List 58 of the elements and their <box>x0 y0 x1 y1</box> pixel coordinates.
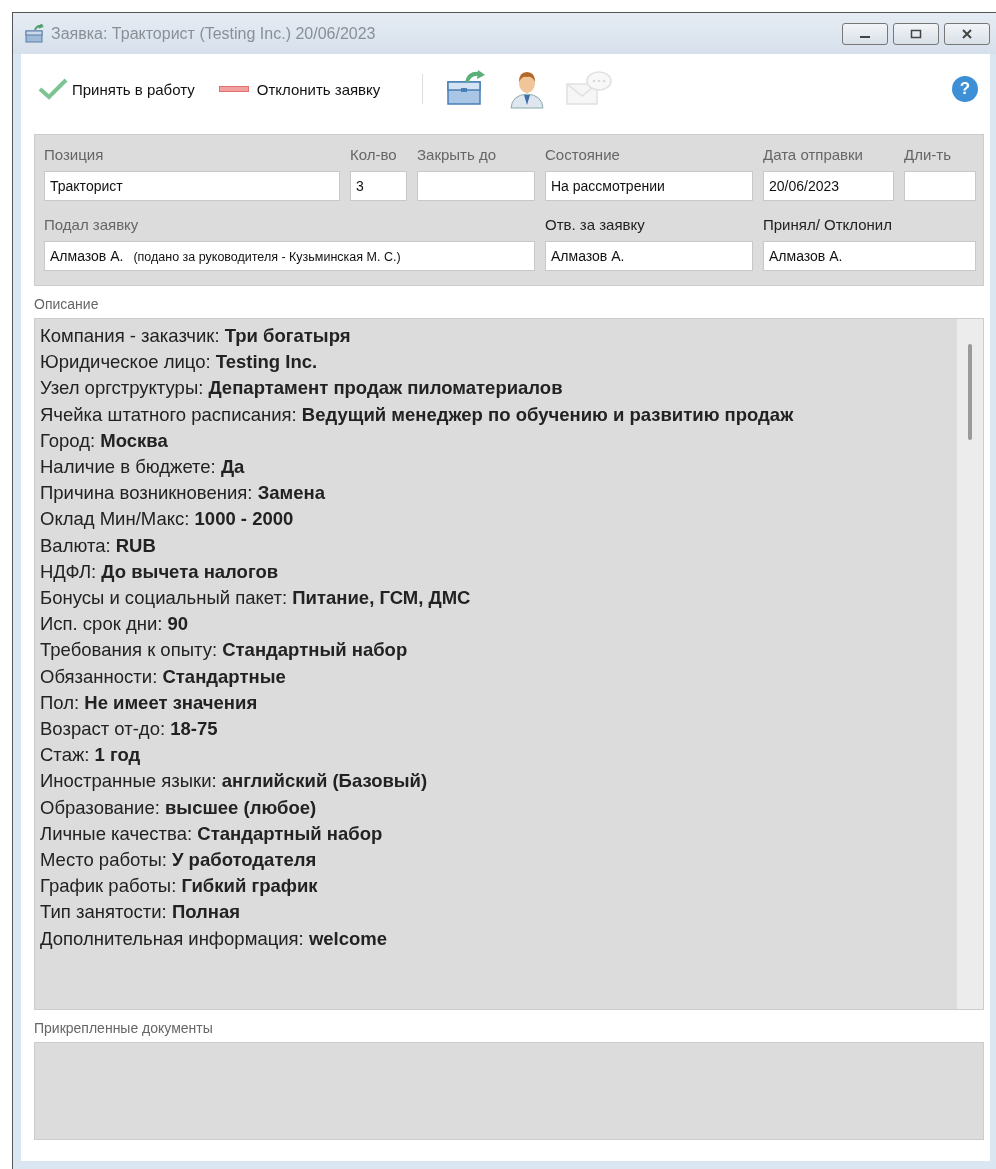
description-line: Личные качества: Стандартный набор <box>40 821 384 846</box>
description-line: Ячейка штатного расписания: Ведущий менеджер по обучению и развитию продаж <box>40 402 795 427</box>
description-line: Место работы: У работодателя <box>40 848 318 873</box>
description-line: Юридическое лицо: Testing Inc. <box>40 350 319 375</box>
scrollbar-thumb[interactable] <box>968 344 972 440</box>
minimize-button[interactable] <box>842 22 888 45</box>
minimize-icon <box>860 35 870 38</box>
field-label: Отв. за заявку <box>545 215 646 235</box>
input-field[interactable] <box>904 171 976 201</box>
accept-button[interactable]: Принять в работу <box>38 78 207 100</box>
field-label: Дата отправки <box>763 145 864 165</box>
field-label: Кол-во <box>350 145 398 165</box>
input-field[interactable]: 3 <box>350 171 407 201</box>
field-label: Принял/ Отклонил <box>763 215 893 235</box>
window-title: Заявка: Тракторист (Testing Inc.) 20/06/2023 <box>51 24 376 43</box>
input-field[interactable]: Тракторист <box>44 171 340 201</box>
input-field[interactable]: Алмазов А. (подано за руководителя - Кузьминская М. С.) <box>44 241 535 271</box>
section-label: Описание <box>34 296 99 312</box>
description-line: Требования к опыту: Стандартный набор <box>40 638 409 663</box>
description-line: Дополнительная информация: welcome <box>40 926 389 951</box>
field-label: Позиция <box>44 145 105 165</box>
description-line: Оклад Мин/Макс: 1000 - 2000 <box>40 507 295 532</box>
field-label: Подал заявку <box>44 215 140 235</box>
description-line: Валюта: RUB <box>40 533 157 558</box>
input-field[interactable]: Алмазов А. <box>763 241 976 271</box>
field-label: Закрыть до <box>417 145 498 165</box>
field-note: (подано за руководителя - Кузьминская М. С.) <box>133 250 401 264</box>
description-line: Город: Москва <box>40 428 169 453</box>
input-field[interactable]: На рассмотрении <box>545 171 753 201</box>
description-line: Узел оргструктуры: Департамент продаж пиломатериалов <box>40 376 564 401</box>
input-field[interactable]: 20/06/2023 <box>763 171 894 201</box>
description-line: Стаж: 1 год <box>40 743 142 768</box>
field-label: Дли-ть <box>904 145 952 165</box>
input-field[interactable]: Алмазов А. <box>545 241 753 271</box>
briefcase-icon <box>25 23 45 44</box>
description-line: График работы: Гибкий график <box>40 874 319 899</box>
input-field[interactable] <box>417 171 535 201</box>
description-line: НДФЛ: До вычета налогов <box>40 559 280 584</box>
field-label: Состояние <box>545 145 621 165</box>
close-button[interactable] <box>944 22 990 45</box>
description-line: Исп. срок дни: 90 <box>40 612 190 637</box>
description-line: Обязанности: Стандартные <box>40 664 287 689</box>
description-line: Причина возникновения: Замена <box>40 481 326 506</box>
description-line: Компания - заказчик: Три богатыря <box>40 324 352 348</box>
maximize-icon <box>910 28 922 39</box>
description-line: Наличие в бюджете: Да <box>40 455 246 479</box>
description-line: Образование: высшее (любое) <box>40 795 318 820</box>
close-icon <box>961 28 973 39</box>
check-icon <box>38 78 68 100</box>
maximize-button[interactable] <box>893 22 939 45</box>
description-line: Возраст от-до: 18-75 <box>40 717 219 742</box>
reject-button[interactable]: Отклонить заявку <box>218 80 393 98</box>
description-line: Иностранные языки: английский (Базовый) <box>40 769 429 794</box>
description-line: Пол: Не имеет значения <box>40 690 259 715</box>
section-label: Прикрепленные документы <box>34 1020 213 1036</box>
description-line: Бонусы и социальный пакет: Питание, ГСМ, ДМС <box>40 586 472 611</box>
description-line: Тип занятости: Полная <box>40 900 242 925</box>
dash-icon <box>218 86 249 92</box>
